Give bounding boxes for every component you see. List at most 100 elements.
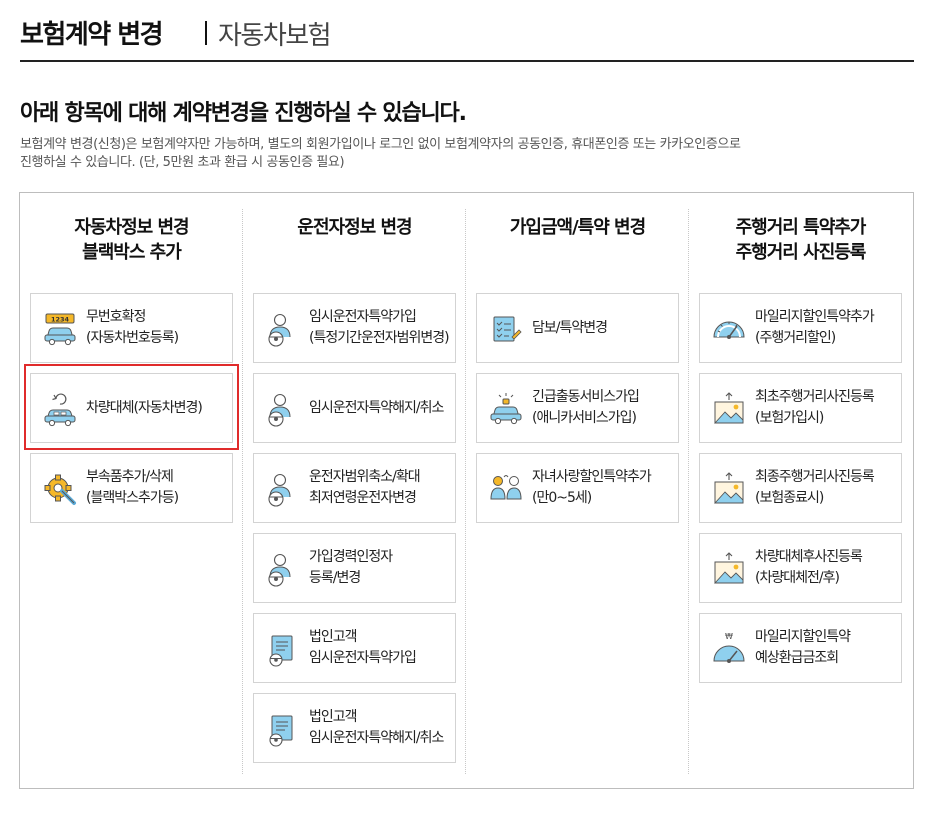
card-coverage-change[interactable]: 담보/특약변경: [476, 293, 679, 363]
car-plate-icon: [42, 311, 78, 347]
card-label-line2: 등록/변경: [309, 570, 361, 586]
card-label: 가입경력인정자 등록/변경: [309, 534, 455, 602]
card-label: 마일리지할인특약추가 (주행거리할인): [755, 294, 901, 362]
card-label: 마일리지할인특약 예상환급금조회: [755, 614, 901, 682]
card-label-line1: 가입경력인정자: [309, 549, 393, 565]
card-final-mileage-photo[interactable]: 최종주행거리사진등록 (보험종료시): [699, 453, 902, 523]
card-label-line2: 예상환급금조회: [755, 650, 839, 666]
card-emergency-service[interactable]: 긴급출동서비스가입 (애니카서비스가입): [476, 373, 679, 443]
card-label: 담보/특약변경: [532, 294, 678, 362]
title-divider: [205, 21, 207, 45]
card-label: 운전자범위축소/확대 최저연령운전자변경: [309, 454, 455, 522]
card-driver-scope-change[interactable]: 운전자범위축소/확대 최저연령운전자변경: [253, 453, 456, 523]
card-child-discount[interactable]: 자녀사랑할인특약추가 (만0~5세): [476, 453, 679, 523]
page-header: 보험계약 변경 자동차보험: [20, 12, 914, 62]
intro-line-2: 진행하실 수 있습니다. (단, 5만원 초과 환급 시 공동인증 필요): [20, 155, 345, 170]
card-label: 최초주행거리사진등록 (보험가입시): [755, 374, 901, 442]
contract-change-panel: 자동차정보 변경 블랙박스 추가 운전자정보 변경 가입금액/특약 변경 주행거…: [19, 192, 914, 789]
column-separator: [465, 209, 466, 774]
photo-upload-icon: [711, 471, 747, 507]
column-title-coverage: 가입금액/특약 변경: [476, 215, 679, 240]
card-initial-mileage-photo[interactable]: 최초주행거리사진등록 (보험가입시): [699, 373, 902, 443]
card-label: 최종주행거리사진등록 (보험종료시): [755, 454, 901, 522]
card-label-line2: (자동차번호등록): [86, 330, 179, 346]
column-title-driver-info: 운전자정보 변경: [253, 215, 456, 240]
driver-scope-icon: [265, 471, 301, 507]
checklist-edit-icon: [488, 311, 524, 347]
speedometer-icon: [711, 311, 747, 347]
page-title: 보험계약 변경: [20, 20, 164, 50]
card-label: 법인고객 임시운전자특약가입: [309, 614, 455, 682]
photo-upload-icon: [711, 391, 747, 427]
column-title-line: 주행거리 사진등록: [735, 242, 867, 263]
card-label-line1: 차량대체후사진등록: [755, 549, 863, 565]
emergency-car-icon: [488, 391, 524, 427]
driver-gear-icon: [265, 551, 301, 587]
card-label-line2: (특정기간운전자범위변경): [309, 330, 450, 346]
document-clock-icon: [265, 631, 301, 667]
card-label-line1: 부속품추가/삭제: [86, 469, 174, 485]
card-label-line1: 임시운전자특약가입: [309, 309, 417, 325]
card-label-line2: 최저연령운전자변경: [309, 490, 417, 506]
intro-line-1: 보험계약 변경(신청)은 보험계약자만 가능하며, 별도의 회원가입이나 로그인…: [20, 137, 741, 152]
column-title-line: 자동차정보 변경: [74, 217, 189, 238]
column-separator: [688, 209, 689, 774]
card-label-line1: 차량대체(자동차변경): [86, 399, 203, 416]
card-vehicle-replace[interactable]: 차량대체(자동차변경): [30, 373, 233, 443]
card-label-line2: (애니카서비스가입): [532, 410, 637, 426]
gear-wrench-icon: [42, 471, 78, 507]
card-label-line1: 법인고객: [309, 629, 358, 645]
card-label-line2: 임시운전자특약해지/취소: [309, 730, 444, 746]
driver-clock-icon: [265, 311, 301, 347]
card-label-line1: 긴급출동서비스가입: [532, 389, 640, 405]
driver-cancel-icon: [265, 391, 301, 427]
column-title-line: 가입금액/특약 변경: [509, 217, 646, 238]
card-label: 부속품추가/삭제 (블랙박스추가등): [86, 454, 232, 522]
card-label: 임시운전자특약가입 (특정기간운전자범위변경): [309, 294, 455, 362]
document-cancel-icon: [265, 711, 301, 747]
car-replace-icon: [42, 391, 78, 427]
card-label-line1: 최초주행거리사진등록: [755, 389, 875, 405]
card-label: 긴급출동서비스가입 (애니카서비스가입): [532, 374, 678, 442]
card-replacement-photo[interactable]: 차량대체후사진등록 (차량대체전/후): [699, 533, 902, 603]
card-label-line1: 마일리지할인특약: [755, 629, 851, 645]
card-label-line2: (만0~5세): [532, 490, 592, 506]
column-title-mileage: 주행거리 특약추가 주행거리 사진등록: [699, 215, 902, 265]
column-title-vehicle-info: 자동차정보 변경 블랙박스 추가: [30, 215, 233, 265]
card-label-line2: (보험가입시): [755, 410, 824, 426]
card-corporate-temp-driver-cancel[interactable]: 법인고객 임시운전자특약해지/취소: [253, 693, 456, 763]
card-accessory-add-remove[interactable]: 부속품추가/삭제 (블랙박스추가등): [30, 453, 233, 523]
card-label-line2: 임시운전자특약가입: [309, 650, 417, 666]
card-experience-recognized[interactable]: 가입경력인정자 등록/변경: [253, 533, 456, 603]
card-label-line2: (주행거리할인): [755, 330, 836, 346]
photo-upload-icon: [711, 551, 747, 587]
card-label-line1: 최종주행거리사진등록: [755, 469, 875, 485]
card-label-line1: 무번호확정: [86, 309, 146, 325]
card-label: 법인고객 임시운전자특약해지/취소: [309, 694, 455, 762]
card-mileage-refund-inquiry[interactable]: 마일리지할인특약 예상환급금조회: [699, 613, 902, 683]
refund-speedometer-icon: [711, 631, 747, 667]
card-label-line1: 마일리지할인특약추가: [755, 309, 875, 325]
intro-headline: 아래 항목에 대해 계약변경을 진행하실 수 있습니다.: [20, 101, 467, 126]
intro-description: 보험계약 변경(신청)은 보험계약자만 가능하며, 별도의 회원가입이나 로그인…: [20, 136, 900, 172]
card-label: 무번호확정 (자동차번호등록): [86, 294, 232, 362]
card-mileage-discount[interactable]: 마일리지할인특약추가 (주행거리할인): [699, 293, 902, 363]
card-label-line1: 임시운전자특약해지/취소: [309, 399, 444, 416]
card-corporate-temp-driver-join[interactable]: 법인고객 임시운전자특약가입: [253, 613, 456, 683]
card-label: 차량대체(자동차변경): [86, 374, 232, 442]
column-title-line: 블랙박스 추가: [82, 242, 182, 263]
card-label: 임시운전자특약해지/취소: [309, 374, 455, 442]
card-plate-confirm[interactable]: 무번호확정 (자동차번호등록): [30, 293, 233, 363]
card-label: 차량대체후사진등록 (차량대체전/후): [755, 534, 901, 602]
card-label: 자녀사랑할인특약추가 (만0~5세): [532, 454, 678, 522]
card-temp-driver-cancel[interactable]: 임시운전자특약해지/취소: [253, 373, 456, 443]
column-title-line: 운전자정보 변경: [297, 217, 412, 238]
card-label-line2: (보험종료시): [755, 490, 824, 506]
column-title-line: 주행거리 특약추가: [735, 217, 867, 238]
column-separator: [242, 209, 243, 774]
card-temp-driver-join[interactable]: 임시운전자특약가입 (특정기간운전자범위변경): [253, 293, 456, 363]
card-label-line1: 담보/특약변경: [532, 319, 608, 336]
card-label-line2: (블랙박스추가등): [86, 490, 179, 506]
card-label-line1: 자녀사랑할인특약추가: [532, 469, 652, 485]
family-icon: [488, 471, 524, 507]
